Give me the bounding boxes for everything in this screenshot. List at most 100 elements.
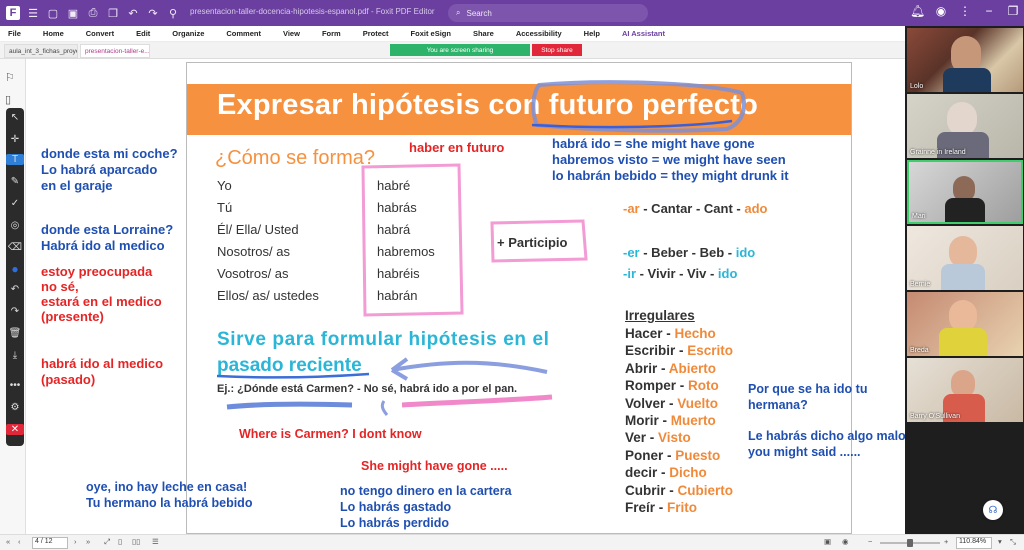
search-placeholder: Search bbox=[466, 8, 492, 18]
menu-foxit-esign[interactable]: Foxit eSign bbox=[411, 29, 451, 38]
ann-hermana-2: hermana? bbox=[748, 398, 808, 412]
prev-page-icon[interactable]: ‹ bbox=[18, 537, 21, 546]
redo-icon[interactable]: ↷ bbox=[146, 6, 160, 20]
bookmark-icon[interactable]: ⚐ bbox=[5, 71, 15, 84]
bell-icon[interactable]: 🔔︎ bbox=[910, 4, 925, 18]
headset-icon[interactable]: ☊ bbox=[983, 500, 1003, 520]
participant-tile-1[interactable]: Lolo bbox=[907, 28, 1023, 92]
text-tool-icon[interactable]: T bbox=[6, 154, 24, 165]
trash-icon[interactable]: 🗑︎ bbox=[6, 328, 24, 339]
participant-name: Barry O'Sullivan bbox=[910, 413, 960, 420]
video-call-panel: Lolo Grainne in Ireland Mari Bernie Bred… bbox=[905, 26, 1024, 534]
participant-name: Bernie bbox=[910, 281, 931, 288]
participant-name: Mari bbox=[912, 213, 926, 220]
undo-icon[interactable]: ↶ bbox=[126, 6, 140, 20]
eye-icon[interactable]: ◉ bbox=[842, 537, 849, 546]
menu-convert[interactable]: Convert bbox=[86, 29, 114, 38]
ann-haber-futuro: haber en futuro bbox=[409, 140, 505, 155]
last-page-icon[interactable]: » bbox=[86, 537, 90, 546]
participant-tile-4[interactable]: Bernie bbox=[907, 226, 1023, 290]
participant-tile-6[interactable]: Barry O'Sullivan bbox=[907, 358, 1023, 422]
next-page-icon[interactable]: › bbox=[74, 537, 77, 546]
customize-icon[interactable]: ⚲ bbox=[166, 6, 180, 20]
open-icon[interactable]: ▢ bbox=[46, 6, 60, 20]
menu-bar: File Home Convert Edit Organize Comment … bbox=[0, 26, 1024, 42]
ann-habra-ido-2: (pasado) bbox=[41, 372, 96, 387]
color-dot-icon[interactable]: ● bbox=[6, 262, 24, 276]
select-arrow-icon[interactable]: ↖ bbox=[6, 112, 24, 123]
zoom-dropdown-icon[interactable]: ▾ bbox=[998, 537, 1002, 546]
settings-icon[interactable]: ⚙ bbox=[6, 402, 24, 413]
ann-preocupada-4: (presente) bbox=[41, 309, 104, 324]
participant-face bbox=[947, 102, 977, 136]
participant-tile-3[interactable]: Mari bbox=[907, 160, 1023, 224]
two-page-icon[interactable]: ▯▯ bbox=[132, 537, 140, 546]
pen-icon[interactable]: ✎ bbox=[6, 176, 24, 187]
fit-page-icon[interactable]: ⤢ bbox=[104, 537, 110, 547]
zoom-slider-knob[interactable] bbox=[907, 539, 913, 547]
menu-edit[interactable]: Edit bbox=[136, 29, 150, 38]
participant-body bbox=[945, 198, 985, 222]
example-pink-stroke bbox=[401, 394, 553, 408]
more-icon[interactable]: ••• bbox=[6, 380, 24, 391]
restore-button[interactable]: ❐ bbox=[1006, 4, 1020, 18]
single-page-icon[interactable]: ▯ bbox=[118, 537, 122, 546]
ann-dinero-3: Lo habrás perdido bbox=[340, 516, 450, 530]
stamp-icon[interactable]: ◎ bbox=[6, 220, 24, 231]
stop-share-button[interactable]: Stop share bbox=[532, 44, 582, 56]
status-bar: « ‹ 4 / 12 › » ⤢ ▯ ▯▯ ☰ ▣ ◉ − + 110.84% … bbox=[0, 534, 1024, 550]
menu-file[interactable]: File bbox=[8, 29, 21, 38]
participant-tile-5[interactable]: Breda bbox=[907, 292, 1023, 356]
tab-presentacion[interactable]: presentacion-taller-e... × bbox=[80, 44, 150, 58]
undo-tool-icon[interactable]: ↶ bbox=[6, 284, 24, 295]
zoom-level-box[interactable]: 110.84% bbox=[956, 537, 992, 549]
quick-access-toolbar: F ☰ ▢ ▣ ⎙ ❐ ↶ ↷ ⚲ bbox=[0, 6, 180, 20]
search-box[interactable]: ⌕ Search bbox=[448, 4, 648, 22]
view-mode-icon[interactable]: ▣ bbox=[824, 537, 831, 546]
options-icon[interactable]: ⋮ bbox=[958, 4, 972, 18]
app-logo-icon: F bbox=[6, 6, 20, 20]
check-icon[interactable]: ✓ bbox=[6, 198, 24, 209]
close-toolstrip-icon[interactable]: ✕ bbox=[6, 424, 24, 435]
fullscreen-icon[interactable]: ⤡ bbox=[1010, 537, 1016, 547]
menu-form[interactable]: Form bbox=[322, 29, 341, 38]
page-number-input[interactable]: 4 / 12 bbox=[32, 537, 68, 549]
participant-tile-2[interactable]: Grainne in Ireland bbox=[907, 94, 1023, 158]
download-icon[interactable]: ⤓ bbox=[6, 350, 24, 361]
minimize-button[interactable]: − bbox=[982, 4, 996, 18]
ann-gloss-1: habrá ido = she might have gone bbox=[552, 136, 755, 151]
menu-share[interactable]: Share bbox=[473, 29, 494, 38]
menu-view[interactable]: View bbox=[283, 29, 300, 38]
menu-icon[interactable]: ☰ bbox=[26, 6, 40, 20]
menu-organize[interactable]: Organize bbox=[172, 29, 204, 38]
redo-tool-icon[interactable]: ↷ bbox=[6, 306, 24, 317]
pages-icon[interactable]: ▯ bbox=[5, 93, 11, 106]
continuous-icon[interactable]: ☰ bbox=[152, 537, 159, 546]
print-icon[interactable]: ⎙ bbox=[86, 6, 100, 20]
menu-protect[interactable]: Protect bbox=[363, 29, 389, 38]
ann-lorraine-1: donde esta Lorraine? bbox=[41, 222, 174, 237]
menu-home[interactable]: Home bbox=[43, 29, 64, 38]
slide-page: Expresar hipótesis con futuro perfecto ¿… bbox=[186, 62, 852, 534]
arrow-stroke bbox=[390, 357, 548, 381]
ann-preocupada-2: no sé, bbox=[41, 279, 79, 294]
menu-help[interactable]: Help bbox=[584, 29, 600, 38]
zoom-in-icon[interactable]: + bbox=[944, 537, 948, 546]
ann-dinero-2: Lo habrás gastado bbox=[340, 500, 452, 514]
eraser-icon[interactable]: ⌫ bbox=[6, 242, 24, 253]
menu-ai-assistant[interactable]: AI Assistant bbox=[622, 29, 665, 38]
annotation-toolstrip: ↖ ✛ T ✎ ✓ ◎ ⌫ ● ↶ ↷ 🗑︎ ⤓ ••• ⚙ ✕ bbox=[6, 108, 24, 446]
participant-name: Lolo bbox=[910, 83, 924, 90]
tab-aula[interactable]: aula_int_3_fichas_proye... bbox=[4, 44, 78, 58]
save-icon[interactable]: ▣ bbox=[66, 6, 80, 20]
account-icon[interactable]: ◉ bbox=[934, 4, 948, 18]
participant-body bbox=[941, 264, 985, 290]
zoom-slider[interactable] bbox=[880, 539, 940, 547]
menu-accessibility[interactable]: Accessibility bbox=[516, 29, 562, 38]
copy-icon[interactable]: ❐ bbox=[106, 6, 120, 20]
first-page-icon[interactable]: « bbox=[6, 537, 10, 546]
title-underline-stroke bbox=[531, 119, 733, 129]
move-icon[interactable]: ✛ bbox=[6, 134, 24, 145]
menu-comment[interactable]: Comment bbox=[226, 29, 261, 38]
zoom-out-icon[interactable]: − bbox=[868, 537, 872, 546]
